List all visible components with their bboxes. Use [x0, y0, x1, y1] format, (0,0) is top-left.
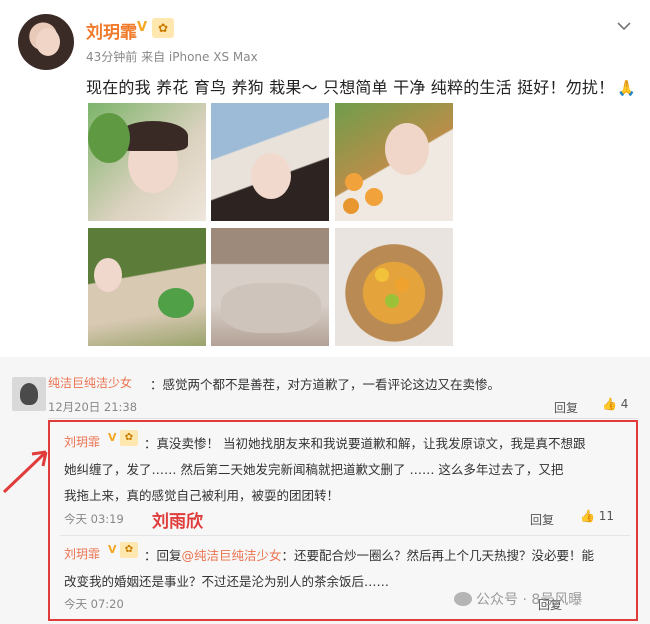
comment-time: 12月20日 21:38	[48, 400, 138, 414]
post-username[interactable]: 刘玥霏	[86, 18, 137, 43]
post-photo-5[interactable]	[211, 228, 329, 346]
watermark-text: 公众号 · 8号风曝	[476, 592, 583, 608]
thumbs-up-icon: 👍	[602, 397, 617, 411]
post-photo-1[interactable]	[88, 103, 206, 221]
comment-text: ：感觉两个都不是善茬，对方道歉了，一看评论这边又在卖惨。	[150, 377, 501, 392]
reply-text-line-2: 改变我的婚姻还是事业？不过还是沦为别人的茶余饭后……	[64, 574, 390, 589]
reply-text-line-1: ：真没卖惨！ 当初她找朋友来和我说要道歉和解，让我发原谅文，我是真不想跟	[144, 436, 586, 451]
reply-button[interactable]: 回复	[530, 511, 554, 528]
post-text-body: 现在的我 养花 育鸟 养狗 栽果～ 只想简单 干净 纯粹的生活 挺好！勿扰！	[86, 78, 615, 97]
post-photo-2[interactable]	[211, 103, 329, 221]
divider	[60, 535, 630, 536]
reply-time: 今天 07:20	[64, 597, 124, 611]
reply-button[interactable]: 回复	[554, 399, 578, 416]
like-button[interactable]: 👍 4	[602, 397, 628, 411]
medal-icon: ✿	[152, 18, 174, 38]
post-text: 现在的我 养花 育鸟 养狗 栽果～ 只想简单 干净 纯粹的生活 挺好！勿扰！ 🙏	[86, 74, 636, 98]
comment-section: 纯洁巨纯洁少女 ：感觉两个都不是善茬，对方道歉了，一看评论这边又在卖惨。 12月…	[0, 357, 650, 624]
reply-prefix: ：回复	[144, 548, 182, 563]
divider	[48, 418, 638, 419]
reply-author-name[interactable]: 刘玥霏	[64, 433, 100, 450]
post-photo-3[interactable]	[335, 103, 453, 221]
like-count: 11	[598, 509, 615, 523]
weibo-post: 刘玥霏 V ✿ 43分钟前 来自 iPhone XS Max 现在的我 养花 育…	[0, 0, 650, 352]
post-photo-6[interactable]	[335, 228, 453, 346]
pray-emoji-icon: 🙏	[617, 79, 637, 97]
commenter-avatar[interactable]	[12, 377, 46, 411]
annotation-label: 刘雨欣	[152, 512, 203, 532]
chevron-down-icon[interactable]	[612, 14, 636, 38]
medal-icon: ✿	[120, 542, 138, 558]
like-count: 4	[620, 397, 629, 411]
verified-icon: V	[108, 431, 117, 444]
like-button[interactable]: 👍 11	[580, 509, 614, 523]
user-avatar[interactable]	[18, 14, 74, 70]
wechat-logo-icon	[454, 592, 472, 606]
medal-icon: ✿	[120, 430, 138, 446]
thumbs-up-icon: 👍	[580, 509, 595, 523]
red-arrow-icon	[2, 450, 48, 494]
reply-time: 今天 03:19	[64, 512, 124, 526]
post-meta: 43分钟前 来自 iPhone XS Max	[86, 50, 258, 64]
mention-link[interactable]: @纯洁巨纯洁少女	[182, 548, 282, 563]
post-photo-4[interactable]	[88, 228, 206, 346]
reply-author-name[interactable]: 刘玥霏	[64, 545, 100, 562]
commenter-name[interactable]: 纯洁巨纯洁少女	[48, 374, 132, 391]
verified-icon: V	[108, 543, 117, 556]
reply-text-line-2: 她纠缠了，发了…… 然后第二天她发完新闻稿就把道歉文删了 …… 这么多年过去了，…	[64, 462, 564, 477]
watermark: 公众号 · 8号风曝	[454, 589, 582, 609]
reply-text-line-3: 我拖上来，真的感觉自己被利用，被耍的团团转！	[64, 488, 340, 503]
verified-icon: V	[137, 20, 148, 35]
reply-text-line-1: ：回复@纯洁巨纯洁少女：还要配合炒一圈么？然后再上个几天热搜？没必要！能	[144, 545, 594, 564]
reply-text-rest: ：还要配合炒一圈么？然后再上个几天热搜？没必要！能	[281, 548, 595, 563]
